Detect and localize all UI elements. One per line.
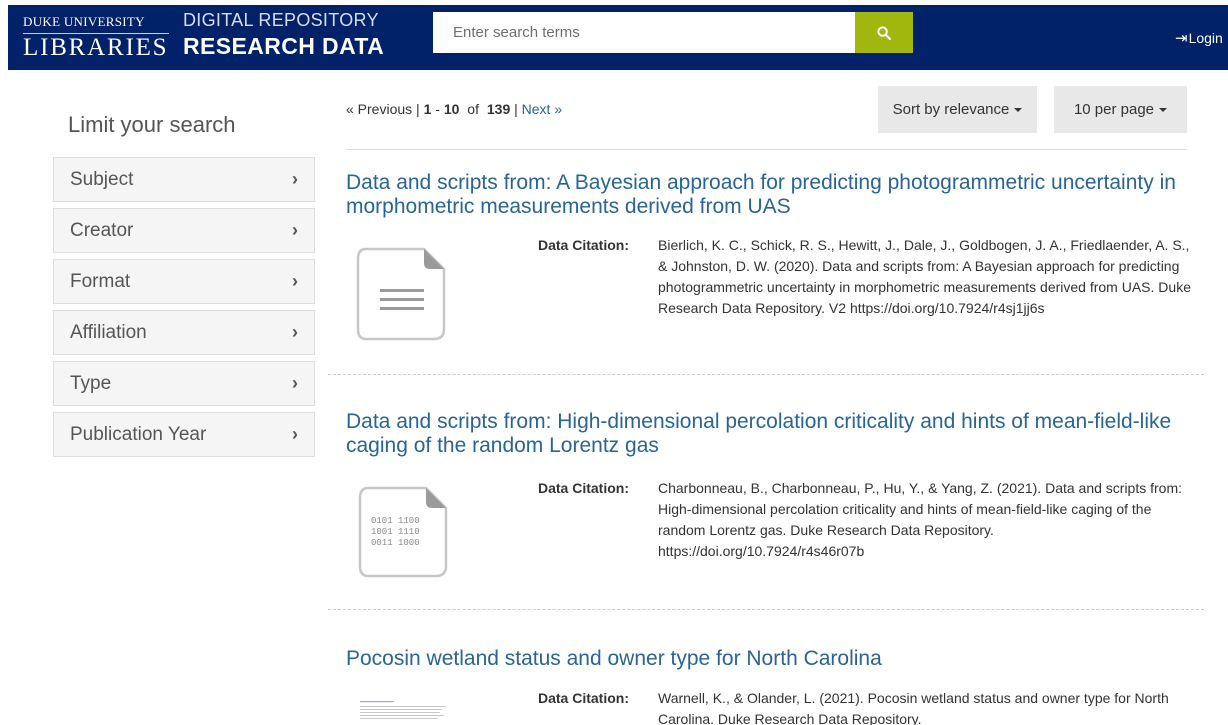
citation-label: Data Citation: bbox=[538, 237, 629, 253]
per-page-label: 10 per page bbox=[1073, 101, 1155, 118]
range-start: 1 bbox=[423, 101, 432, 117]
caret-down-icon bbox=[1014, 107, 1023, 112]
binary-text-line: 0101 1100 bbox=[371, 516, 420, 526]
range-dash: - bbox=[435, 101, 444, 117]
sort-dropdown[interactable]: Sort by relevance bbox=[878, 86, 1037, 133]
chevron-right-icon: › bbox=[292, 169, 298, 189]
chevron-right-icon: › bbox=[292, 373, 298, 393]
citation-label: Data Citation: bbox=[538, 480, 629, 496]
brand-university[interactable]: DUKE UNIVERSITY bbox=[23, 14, 145, 30]
binary-file-icon: 0101 1100 1001 1110 0011 1000 bbox=[358, 486, 448, 578]
facet-label: Creator bbox=[70, 219, 134, 241]
facet-label: Type bbox=[70, 372, 112, 394]
login-link[interactable]: ⇥ Login bbox=[1175, 29, 1223, 47]
of-text: of bbox=[467, 101, 479, 117]
document-icon bbox=[356, 247, 446, 341]
result-item: Data and scripts from: A Bayesian approa… bbox=[346, 171, 1204, 371]
range-end: 10 bbox=[443, 101, 460, 117]
search-button[interactable] bbox=[855, 12, 913, 53]
result-divider bbox=[328, 609, 1204, 610]
caret-down-icon bbox=[1159, 107, 1168, 112]
facet-format[interactable]: Format › bbox=[53, 259, 315, 304]
facet-creator[interactable]: Creator › bbox=[53, 208, 315, 253]
citation-text: Bierlich, K. C., Schick, R. S., Hewitt, … bbox=[658, 237, 1191, 316]
facet-label: Format bbox=[70, 270, 131, 292]
chevron-right-icon: › bbox=[292, 322, 298, 342]
result-title[interactable]: Data and scripts from: High-dimensional … bbox=[346, 410, 1204, 458]
facet-affiliation[interactable]: Affiliation › bbox=[53, 310, 315, 355]
previous-link: « Previous bbox=[346, 101, 413, 117]
login-icon: ⇥ bbox=[1175, 30, 1188, 47]
pagination-divider: | bbox=[514, 101, 522, 117]
result-title[interactable]: Pocosin wetland status and owner type fo… bbox=[346, 647, 1204, 671]
facet-subject[interactable]: Subject › bbox=[53, 157, 315, 202]
search-icon bbox=[877, 25, 891, 40]
facet-label: Affiliation bbox=[70, 321, 147, 343]
document-preview-thumbnail bbox=[360, 701, 446, 719]
navbar: DUKE UNIVERSITY LIBRARIES DIGITAL REPOSI… bbox=[8, 5, 1228, 70]
result-item: Pocosin wetland status and owner type fo… bbox=[346, 647, 1204, 725]
citation-label: Data Citation: bbox=[538, 690, 629, 706]
login-label: Login bbox=[1188, 30, 1223, 46]
chevron-right-icon: › bbox=[292, 424, 298, 444]
binary-text-line: 1001 1110 bbox=[371, 527, 420, 537]
chevron-right-icon: › bbox=[292, 271, 298, 291]
facet-label: Publication Year bbox=[70, 423, 207, 445]
sort-label: Sort by relevance bbox=[892, 101, 1010, 118]
result-divider bbox=[328, 374, 1204, 375]
repo-title[interactable]: RESEARCH DATA bbox=[183, 33, 384, 60]
binary-text-line: 0011 1000 bbox=[371, 538, 420, 548]
sidebar-title: Limit your search bbox=[68, 112, 236, 137]
citation-text: Charbonneau, B., Charbonneau, P., Hu, Y.… bbox=[658, 480, 1183, 559]
facet-publication-year[interactable]: Publication Year › bbox=[53, 412, 315, 457]
pagination: « Previous | 1 - 10 of 139 | Next » bbox=[346, 101, 562, 117]
brand-libraries[interactable]: LIBRARIES bbox=[23, 34, 168, 62]
chevron-right-icon: › bbox=[292, 220, 298, 240]
facet-list: Subject › Creator › Format › Affiliation… bbox=[53, 157, 315, 463]
search-input[interactable] bbox=[433, 12, 855, 53]
next-link[interactable]: Next » bbox=[522, 101, 562, 117]
facet-label: Subject bbox=[70, 168, 134, 190]
citation-text: Warnell, K., & Olander, L. (2021). Pocos… bbox=[658, 690, 1169, 725]
result-item: Data and scripts from: High-dimensional … bbox=[346, 410, 1204, 600]
total-count: 139 bbox=[486, 101, 511, 117]
results-divider bbox=[346, 149, 1187, 150]
per-page-dropdown[interactable]: 10 per page bbox=[1054, 86, 1187, 133]
top-bar: DUKE UNIVERSITY LIBRARIES DIGITAL REPOSI… bbox=[0, 0, 1228, 72]
result-title[interactable]: Data and scripts from: A Bayesian approa… bbox=[346, 171, 1204, 219]
facet-type[interactable]: Type › bbox=[53, 361, 315, 406]
pagination-divider: | bbox=[416, 101, 424, 117]
repo-subtitle[interactable]: DIGITAL REPOSITORY bbox=[183, 10, 379, 31]
